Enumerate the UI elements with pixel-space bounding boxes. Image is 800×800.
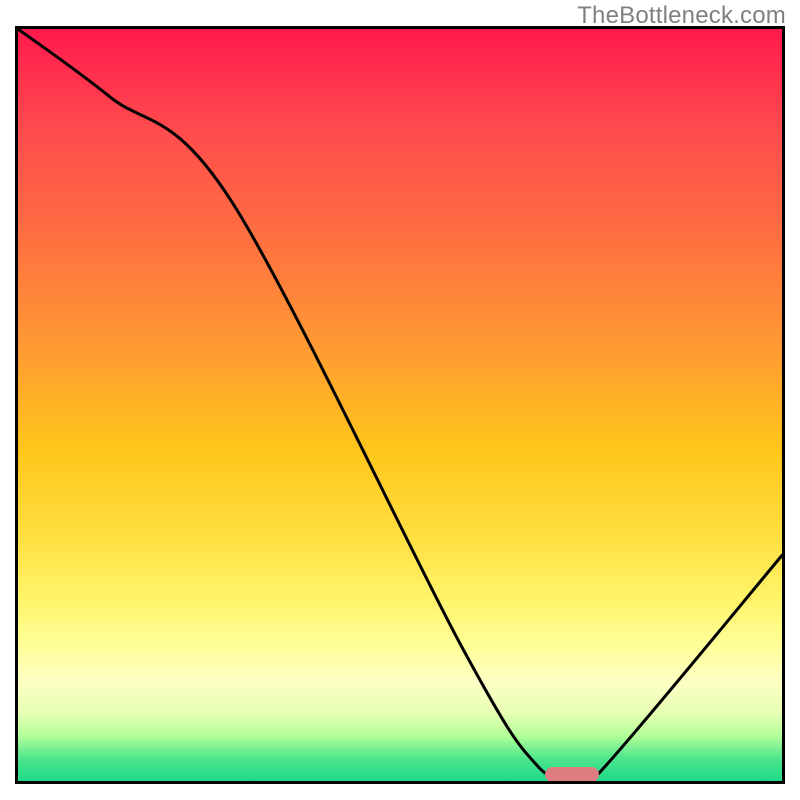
optimal-region-marker <box>545 767 598 782</box>
chart-frame: TheBottleneck.com <box>0 0 800 800</box>
bottleneck-curve <box>18 29 782 781</box>
plot-area <box>15 26 785 784</box>
